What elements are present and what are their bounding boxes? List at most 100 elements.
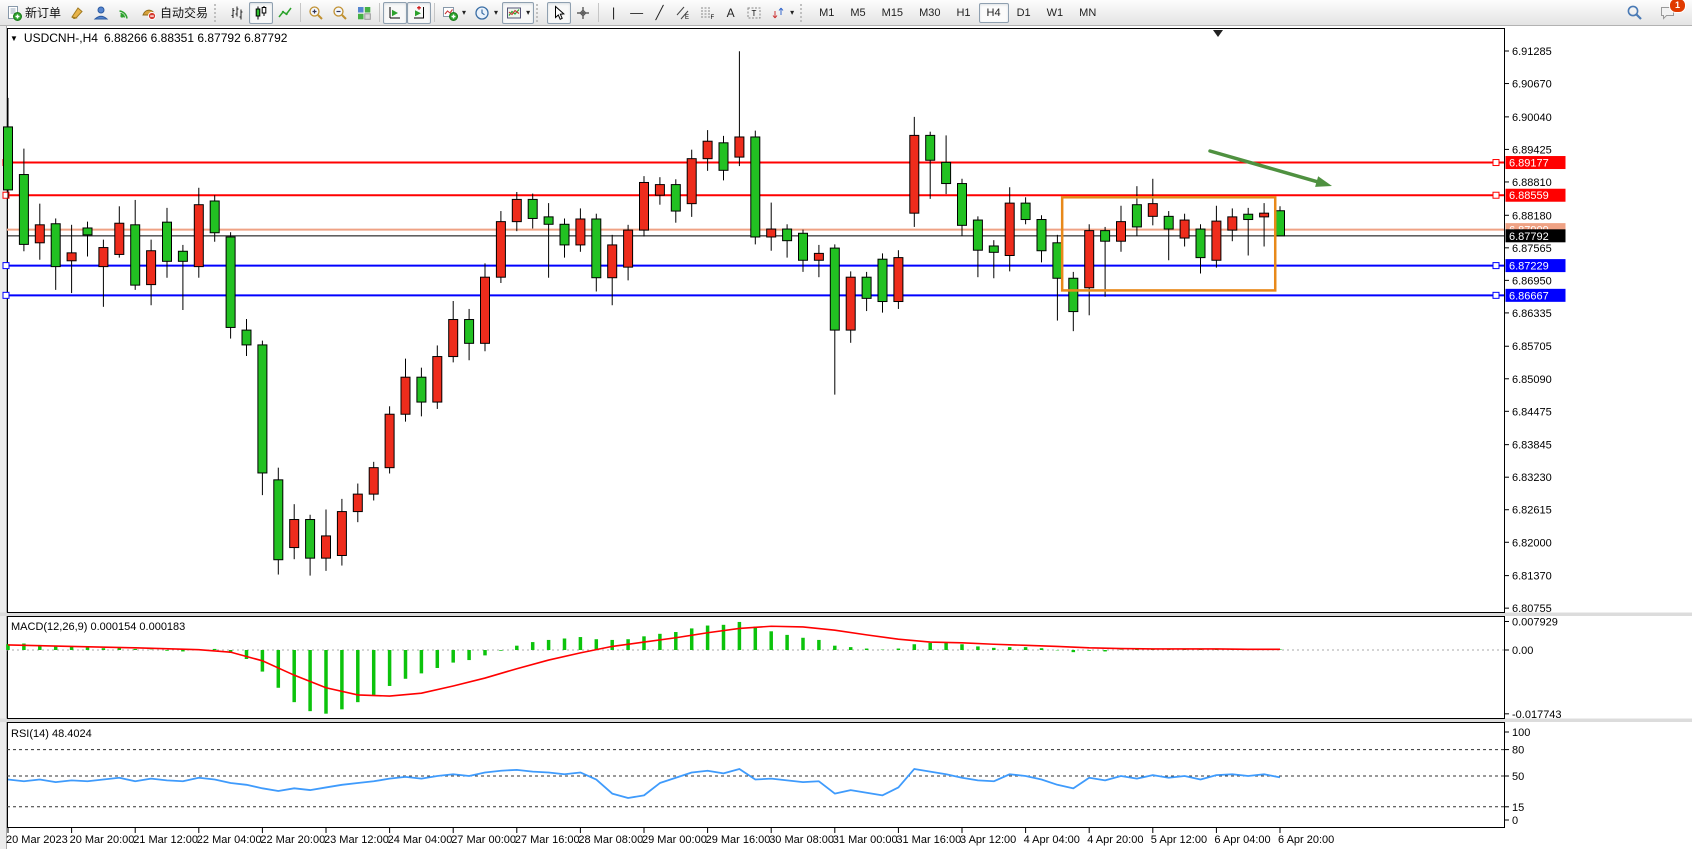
- search-icon: [1626, 4, 1643, 21]
- candlestick-chart-button[interactable]: [249, 2, 273, 24]
- chart-canvas[interactable]: 6.912856.906706.900406.894256.888106.881…: [0, 0, 1692, 849]
- periods-button[interactable]: ▾: [470, 2, 502, 24]
- candle: [640, 182, 649, 230]
- rsi-axis-label: 80: [1512, 745, 1524, 757]
- search-button[interactable]: [1622, 2, 1647, 24]
- line-handle[interactable]: [1493, 192, 1499, 198]
- time-axis-label: 23 Mar 12:00: [324, 834, 389, 846]
- line-handle[interactable]: [1493, 160, 1499, 166]
- zoom-in-button[interactable]: [304, 2, 328, 24]
- tile-windows-button[interactable]: [352, 2, 376, 24]
- candle: [163, 222, 172, 261]
- line-handle[interactable]: [1493, 263, 1499, 269]
- candle: [258, 345, 267, 473]
- new-order-button[interactable]: 新订单: [2, 2, 65, 24]
- channel-tool[interactable]: E: [671, 2, 695, 24]
- line-handle[interactable]: [1493, 292, 1499, 298]
- horizontal-line-tool[interactable]: —: [625, 2, 648, 24]
- candle: [1180, 220, 1189, 238]
- time-axis-label: 21 Mar 12:00: [133, 834, 198, 846]
- profile-button[interactable]: [89, 2, 113, 24]
- svg-text:F: F: [711, 15, 715, 21]
- dropdown-caret: ▾: [790, 8, 794, 17]
- cursor-tool-button[interactable]: [547, 2, 571, 24]
- trendline-tool[interactable]: ╱: [648, 2, 671, 24]
- crosshair-tool-button[interactable]: [571, 2, 595, 24]
- text-label-tool[interactable]: T: [742, 2, 766, 24]
- auto-scroll-button[interactable]: [407, 2, 431, 24]
- styler-button[interactable]: [65, 2, 89, 24]
- candle: [481, 277, 490, 343]
- candle: [671, 185, 680, 211]
- candle: [51, 224, 60, 267]
- price-axis-label: 6.82000: [1512, 537, 1552, 549]
- macd-axis-label: 0.00: [1512, 645, 1533, 657]
- rsi-axis-label: 15: [1512, 802, 1524, 814]
- tf-m1[interactable]: M1: [811, 3, 842, 23]
- arrows-tool[interactable]: ▾: [766, 2, 798, 24]
- tf-mn[interactable]: MN: [1071, 3, 1104, 23]
- vertical-line-tool[interactable]: |: [602, 2, 625, 24]
- text-label-icon: T: [746, 5, 762, 21]
- bar-chart-button[interactable]: [225, 2, 249, 24]
- line-handle[interactable]: [3, 292, 9, 298]
- candle: [1069, 278, 1078, 311]
- time-axis-label: 4 Apr 20:00: [1087, 834, 1143, 846]
- brush-icon: [69, 5, 85, 21]
- candle: [1132, 205, 1141, 227]
- chart-shift-button[interactable]: [383, 2, 407, 24]
- text-icon: A: [727, 7, 735, 19]
- time-axis-label: 20 Mar 20:00: [70, 834, 135, 846]
- tf-d1[interactable]: D1: [1009, 3, 1039, 23]
- notifications-button[interactable]: 1: [1655, 2, 1680, 24]
- candle: [1148, 204, 1157, 217]
- candle: [496, 222, 505, 278]
- candle: [783, 229, 792, 241]
- candle: [1228, 217, 1237, 230]
- autotrade-button[interactable]: 自动交易: [137, 2, 212, 24]
- chart-symbol-title[interactable]: ▼ USDCNH-,H4 6.88266 6.88351 6.87792 6.8…: [10, 31, 287, 45]
- time-axis-label: 27 Mar 16:00: [515, 834, 580, 846]
- line-chart-button[interactable]: [273, 2, 297, 24]
- line-handle[interactable]: [3, 263, 9, 269]
- fibonacci-icon: F: [699, 5, 715, 21]
- tf-m5[interactable]: M5: [842, 3, 873, 23]
- panel-separator[interactable]: [0, 613, 1692, 617]
- candle: [1101, 231, 1110, 242]
- tf-h1[interactable]: H1: [948, 3, 978, 23]
- price-axis-label: 6.89425: [1512, 144, 1552, 156]
- tf-m15[interactable]: M15: [874, 3, 911, 23]
- trendline-icon: ╱: [656, 6, 664, 19]
- tf-m30[interactable]: M30: [911, 3, 948, 23]
- candle: [417, 377, 426, 402]
- price-badge-label: 6.89177: [1509, 158, 1549, 170]
- channel-icon: E: [675, 5, 691, 21]
- templates-button[interactable]: ▾: [502, 2, 534, 24]
- bar-chart-icon: [229, 5, 245, 21]
- toolbar-grip: [214, 4, 221, 22]
- fibonacci-tool[interactable]: F: [695, 2, 719, 24]
- candle: [433, 357, 442, 403]
- candle: [751, 137, 760, 237]
- candle: [449, 320, 458, 357]
- price-badge-label: 6.86667: [1509, 290, 1549, 302]
- candlestick-chart-icon: [253, 5, 269, 21]
- price-axis-label: 6.80755: [1512, 603, 1552, 615]
- candle: [958, 184, 967, 226]
- price-axis-label: 6.85090: [1512, 374, 1552, 386]
- zoom-out-button[interactable]: [328, 2, 352, 24]
- candle: [512, 199, 521, 221]
- tile-windows-icon: [356, 5, 372, 21]
- signal-button[interactable]: [113, 2, 137, 24]
- add-indicator-button[interactable]: ▾: [438, 2, 470, 24]
- text-tool[interactable]: A: [719, 2, 742, 24]
- candle: [4, 127, 13, 190]
- dropdown-caret: ▾: [462, 8, 466, 17]
- panel-separator[interactable]: [0, 719, 1692, 723]
- candle: [655, 185, 664, 196]
- candle: [926, 135, 935, 160]
- tf-h4[interactable]: H4: [979, 3, 1009, 23]
- candle: [1196, 229, 1205, 258]
- candle: [942, 162, 951, 183]
- tf-w1[interactable]: W1: [1039, 3, 1072, 23]
